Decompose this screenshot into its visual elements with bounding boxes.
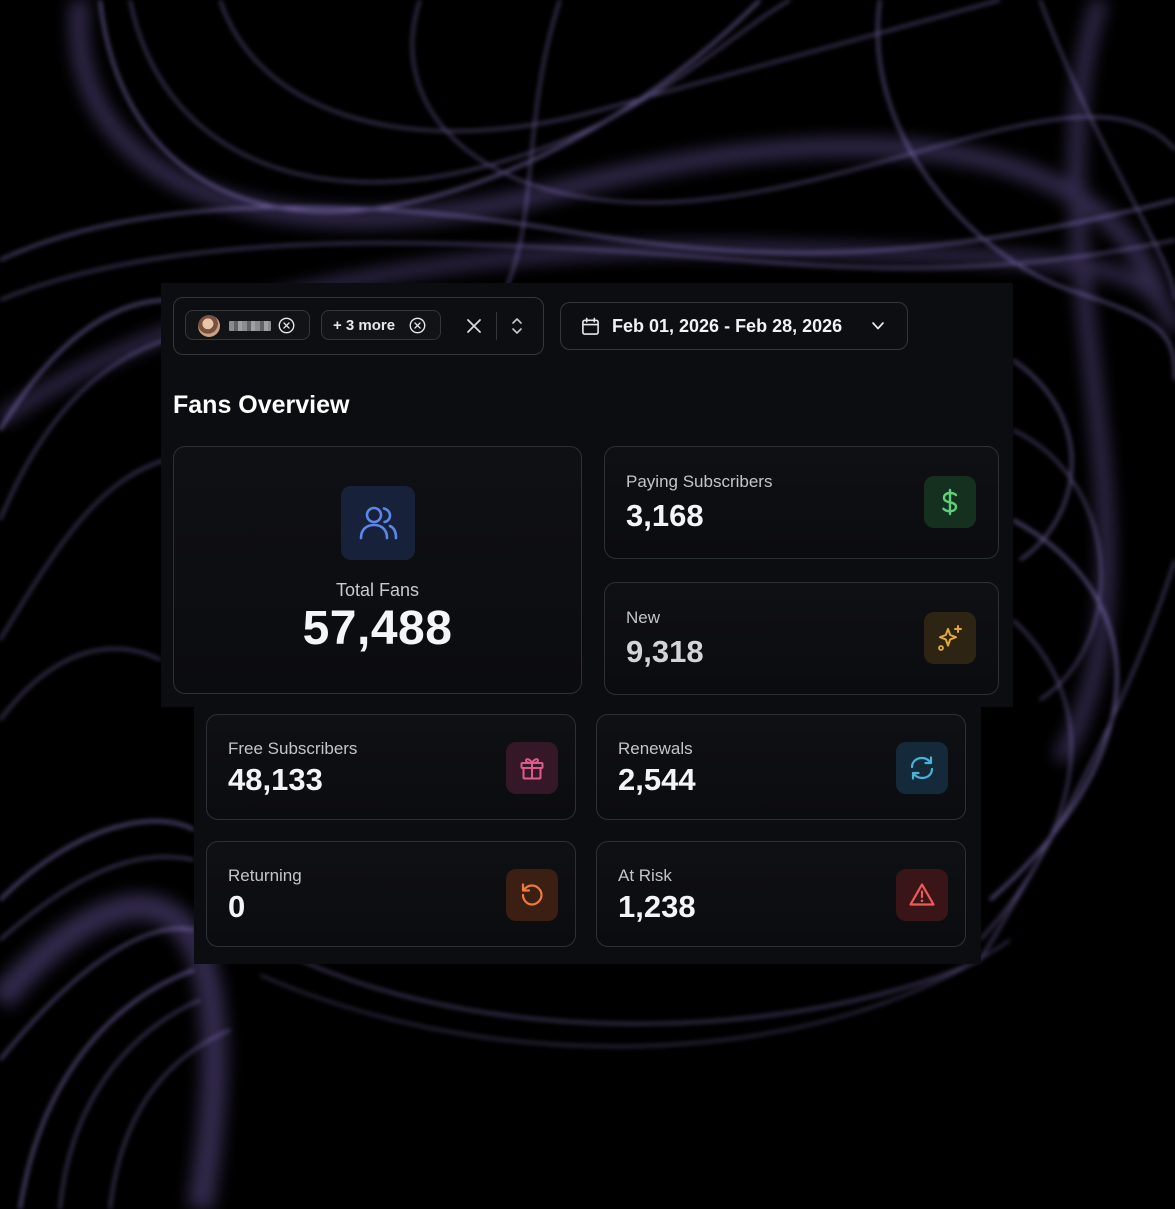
dollar-icon [942, 488, 958, 516]
new-fans-label: New [626, 608, 661, 627]
calendar-icon [582, 317, 599, 335]
gift-icon [520, 758, 544, 780]
users-icon [359, 506, 398, 540]
free-subscribers-label: Free Subscribers [228, 739, 358, 758]
refresh-icon [910, 756, 934, 780]
new-fans-value: 9,318 [626, 634, 704, 669]
date-range-label: Feb 01, 2026 - Feb 28, 2026 [612, 316, 843, 336]
total-fans-value: 57,488 [302, 602, 453, 655]
more-creators-chip[interactable]: + 3 more [321, 310, 441, 340]
chevrons-up-down-icon[interactable] [510, 316, 524, 336]
rotate-ccw-icon [521, 883, 543, 906]
free-subscribers-card: Free Subscribers 48,133 [206, 714, 576, 820]
sparkles-icon [938, 625, 962, 651]
at-risk-value: 1,238 [618, 889, 696, 924]
free-subscribers-value: 48,133 [228, 762, 323, 797]
returning-card: Returning 0 [206, 841, 576, 947]
paying-subscribers-card: Paying Subscribers 3,168 [604, 446, 999, 559]
remove-chip-icon[interactable] [278, 317, 295, 334]
total-fans-icon-box [341, 486, 415, 560]
returning-value: 0 [228, 889, 246, 924]
free-icon-box [506, 742, 558, 794]
clear-all-icon[interactable] [466, 318, 482, 334]
creator-filter[interactable]: + 3 more [173, 297, 544, 355]
at-risk-icon-box [896, 869, 948, 921]
renewals-value: 2,544 [618, 762, 696, 797]
divider [496, 312, 497, 340]
returning-label: Returning [228, 866, 302, 885]
returning-icon-box [506, 869, 558, 921]
paying-subscribers-value: 3,168 [626, 498, 704, 533]
paying-subscribers-label: Paying Subscribers [626, 472, 773, 491]
remove-chip-icon[interactable] [409, 317, 426, 334]
new-icon-box [924, 612, 976, 664]
page-title: Fans Overview [173, 391, 350, 419]
avatar [198, 315, 220, 337]
renewals-card: Renewals 2,544 [596, 714, 966, 820]
renewals-icon-box [896, 742, 948, 794]
total-fans-card: Total Fans 57,488 [173, 446, 582, 694]
date-range-picker[interactable]: Feb 01, 2026 - Feb 28, 2026 [560, 302, 908, 350]
paying-icon-box [924, 476, 976, 528]
more-creators-label: + 3 more [333, 316, 396, 334]
creator-chip[interactable] [185, 310, 310, 340]
new-fans-card: New 9,318 [604, 582, 999, 695]
renewals-label: Renewals [618, 739, 693, 758]
alert-triangle-icon [909, 883, 935, 906]
at-risk-label: At Risk [618, 866, 672, 885]
creator-name-redacted [229, 321, 271, 331]
total-fans-label: Total Fans [335, 580, 420, 600]
chevron-down-icon [872, 322, 884, 330]
at-risk-card: At Risk 1,238 [596, 841, 966, 947]
